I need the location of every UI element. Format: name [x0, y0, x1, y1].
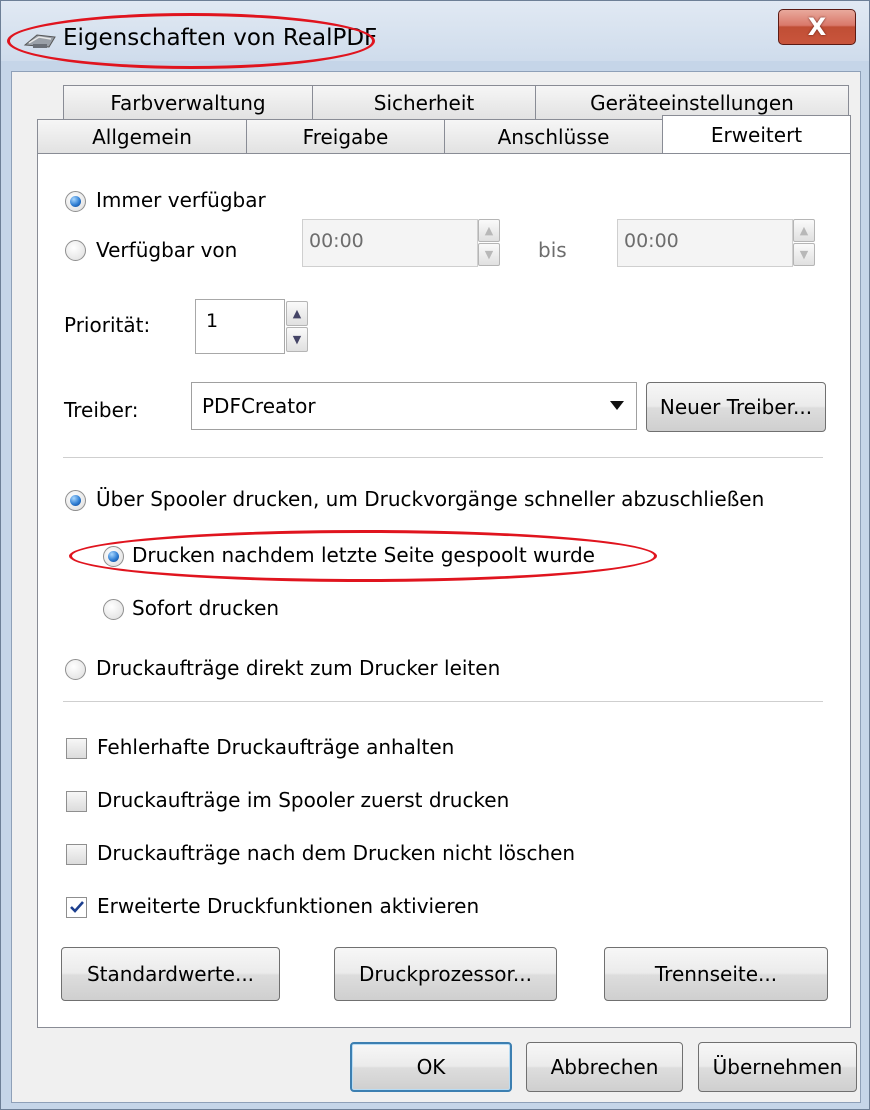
radio-available-from[interactable] — [65, 240, 86, 261]
spinner-up-icon[interactable]: ▲ — [478, 219, 500, 242]
driver-select-value: PDFCreator — [202, 394, 316, 418]
priority-spinner[interactable]: ▲ ▼ — [286, 301, 308, 353]
priority-field[interactable]: 1 — [195, 299, 285, 354]
keep-printed-label: Druckaufträge nach dem Drucken nicht lös… — [97, 841, 576, 865]
available-from-label: Verfügbar von — [96, 238, 238, 262]
checkbox-hold-mismatched[interactable] — [66, 738, 87, 759]
tab-geraeteeinstellungen[interactable]: Geräteeinstellungen — [535, 85, 849, 119]
time-from-spinner[interactable]: ▲ ▼ — [478, 219, 500, 267]
time-from-field[interactable]: 00:00 — [302, 219, 478, 267]
defaults-button[interactable]: Standardwerte... — [61, 947, 280, 1001]
tab-sicherheit[interactable]: Sicherheit — [312, 85, 536, 119]
checkbox-advanced-features[interactable] — [66, 897, 87, 918]
spinner-up-icon[interactable]: ▲ — [286, 301, 308, 326]
spinner-down-icon[interactable]: ▼ — [793, 243, 815, 266]
tab-freigabe[interactable]: Freigabe — [246, 119, 445, 153]
spinner-up-icon[interactable]: ▲ — [793, 219, 815, 242]
printer-icon — [23, 34, 56, 48]
time-until-field[interactable]: 00:00 — [617, 219, 793, 267]
time-until-spinner[interactable]: ▲ ▼ — [793, 219, 815, 267]
until-label: bis — [538, 238, 567, 262]
checkmark-icon — [70, 901, 84, 913]
driver-select[interactable]: PDFCreator — [191, 382, 637, 430]
print-processor-button[interactable]: Druckprozessor... — [334, 947, 557, 1001]
tab-allgemein[interactable]: Allgemein — [37, 119, 247, 153]
window-title: Eigenschaften von RealPDF — [63, 25, 378, 51]
hold-mismatched-label: Fehlerhafte Druckaufträge anhalten — [97, 735, 455, 759]
close-button[interactable]: X — [778, 9, 856, 45]
title-bar[interactable]: Eigenschaften von RealPDF X — [1, 1, 870, 71]
tab-farbverwaltung[interactable]: Farbverwaltung — [63, 85, 313, 119]
properties-dialog-window: Eigenschaften von RealPDF X Farbverwaltu… — [0, 0, 870, 1110]
spinner-down-icon[interactable]: ▼ — [478, 243, 500, 266]
checkbox-keep-printed[interactable] — [66, 844, 87, 865]
new-driver-button[interactable]: Neuer Treiber... — [646, 382, 826, 432]
radio-print-immediately[interactable] — [103, 599, 124, 620]
cancel-button[interactable]: Abbrechen — [526, 1042, 683, 1092]
chevron-down-icon — [610, 401, 624, 410]
radio-print-after-last-page[interactable] — [103, 546, 124, 567]
priority-label: Priorität: — [64, 313, 151, 337]
apply-button[interactable]: Übernehmen — [698, 1042, 857, 1092]
radio-print-direct[interactable] — [65, 659, 86, 680]
print-immediately-label: Sofort drucken — [132, 596, 280, 620]
spinner-down-icon[interactable]: ▼ — [286, 327, 308, 352]
checkbox-spooled-first[interactable] — [66, 791, 87, 812]
spooled-first-label: Druckaufträge im Spooler zuerst drucken — [97, 788, 510, 812]
always-available-label: Immer verfügbar — [96, 188, 266, 212]
separator-page-button[interactable]: Trennseite... — [604, 947, 828, 1001]
radio-spool-print[interactable] — [65, 490, 86, 511]
ok-button[interactable]: OK — [350, 1042, 512, 1092]
separator-2 — [63, 701, 823, 702]
print-direct-label: Druckaufträge direkt zum Drucker leiten — [96, 656, 501, 680]
tab-anschluesse[interactable]: Anschlüsse — [444, 119, 663, 153]
advanced-features-label: Erweiterte Druckfunktionen aktivieren — [97, 894, 480, 918]
tab-erweitert[interactable]: Erweitert — [662, 115, 851, 153]
spool-print-label: Über Spooler drucken, um Druckvorgänge s… — [96, 487, 765, 511]
separator-1 — [63, 457, 823, 458]
driver-label: Treiber: — [64, 398, 139, 422]
print-after-last-page-label: Drucken nachdem letzte Seite gespoolt wu… — [132, 543, 595, 567]
radio-always-available[interactable] — [65, 191, 86, 212]
